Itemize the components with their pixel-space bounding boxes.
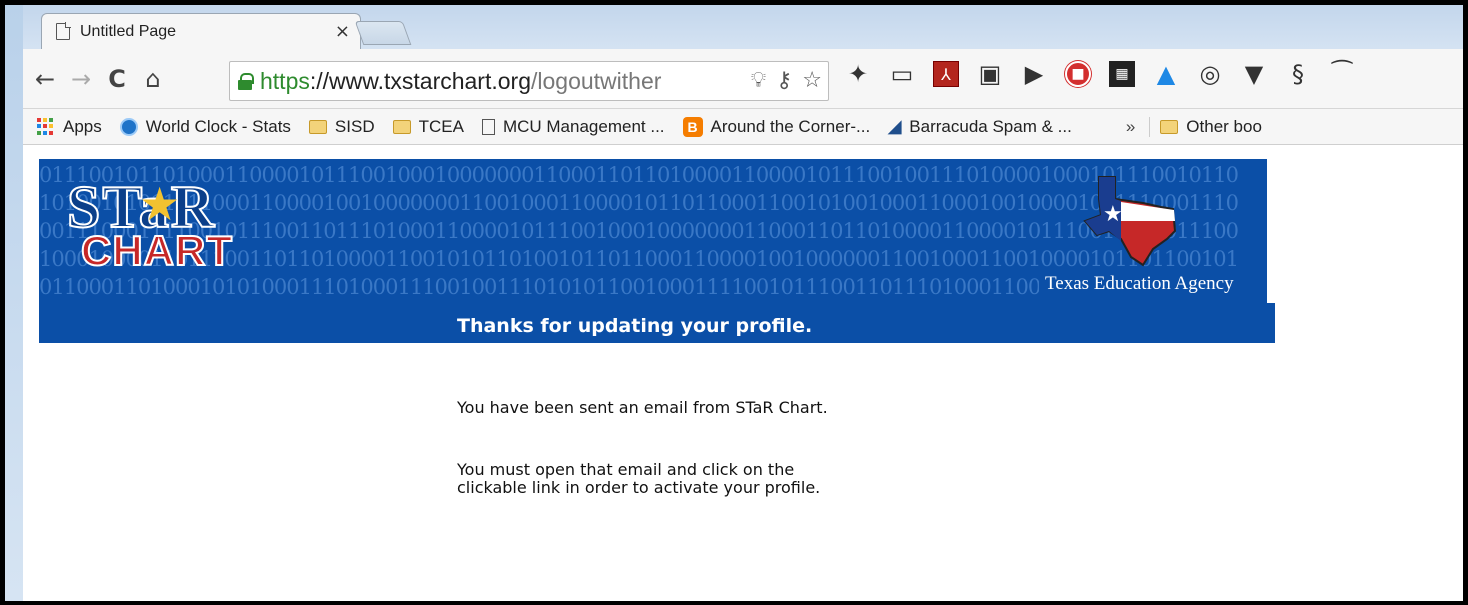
- screenshot-frame: Untitled Page × ← → C ⌂ https://www.txst…: [5, 5, 1463, 601]
- blogger-icon: B: [682, 116, 703, 137]
- gold-star-icon: ★: [139, 177, 181, 231]
- bookmark-barracuda[interactable]: ◢ Barracuda Spam & ...: [888, 117, 1072, 137]
- page-icon: [56, 22, 71, 40]
- bookmark-mcu[interactable]: MCU Management ...: [481, 117, 665, 137]
- evernote-icon[interactable]: ✦: [845, 60, 871, 88]
- stop-icon[interactable]: ■: [1065, 61, 1091, 87]
- acrobat-icon[interactable]: ⅄: [933, 61, 959, 87]
- address-bar[interactable]: https://www.txstarchart.org/logoutwither…: [229, 61, 829, 101]
- barracuda-icon: ◢: [888, 116, 902, 136]
- clip-icon[interactable]: ▼: [1241, 60, 1267, 88]
- svg-text:★: ★: [1103, 202, 1123, 227]
- window-edge: [5, 5, 23, 601]
- drive-icon[interactable]: ▲: [1153, 60, 1179, 88]
- lock-icon: [238, 73, 254, 90]
- mustache-icon[interactable]: ⁀: [1329, 60, 1355, 88]
- page-icon: [481, 118, 495, 135]
- film-icon[interactable]: ▦: [1109, 61, 1135, 87]
- star-chart-logo[interactable]: STaR ★ CHART: [66, 173, 247, 283]
- extension-icons: ✦ ▭ ⅄ ▣ ▶ ■ ▦ ▲ ◎ ▼ § ⁀: [845, 60, 1355, 88]
- folder-icon: [308, 119, 327, 134]
- texas-flag-map-icon: ★: [1083, 176, 1177, 267]
- bookmark-apps[interactable]: Apps: [37, 117, 102, 137]
- page-headline: Thanks for updating your profile.: [457, 315, 813, 337]
- bookmarks-bar: Apps World Clock - Stats SISD TCEA MCU M…: [23, 109, 1463, 145]
- bookmarks-separator: [1149, 116, 1151, 137]
- tab-strip: Untitled Page ×: [23, 5, 1463, 49]
- browser-chrome: Untitled Page × ← → C ⌂ https://www.txst…: [23, 5, 1463, 145]
- screenshot-icon[interactable]: ▣: [977, 60, 1003, 88]
- new-tab-button[interactable]: [354, 21, 412, 45]
- toolbar: ← → C ⌂ https://www.txstarchart.org/logo…: [23, 49, 1463, 109]
- bookmark-other[interactable]: Other boo: [1160, 117, 1262, 137]
- close-tab-icon[interactable]: ×: [335, 21, 350, 42]
- activate-instructions: You must open that email and click on th…: [457, 460, 821, 497]
- bookmark-star-icon[interactable]: ☆: [802, 68, 822, 93]
- back-arrow-icon[interactable]: ←: [27, 65, 63, 93]
- bookmark-around-the-corner[interactable]: B Around the Corner-...: [682, 116, 870, 137]
- bookmark-sisd[interactable]: SISD: [308, 117, 375, 137]
- reel-icon[interactable]: ◎: [1197, 60, 1223, 88]
- forward-arrow-icon[interactable]: →: [63, 65, 99, 93]
- bookmark-tcea[interactable]: TCEA: [392, 117, 464, 137]
- bookmarks-overflow-chevron-icon[interactable]: »: [1126, 117, 1135, 137]
- tab-active[interactable]: Untitled Page ×: [41, 13, 361, 49]
- tool-icon[interactable]: §: [1285, 60, 1311, 88]
- url-text: https://www.txstarchart.org/logoutwither: [260, 67, 662, 94]
- agency-name: Texas Education Agency: [1045, 273, 1234, 294]
- play-icon[interactable]: ▶: [1021, 60, 1047, 88]
- reload-icon[interactable]: C: [99, 65, 135, 93]
- omnibox-actions: 💡︎ ⚷ ☆: [750, 68, 822, 93]
- bookmark-world-clock[interactable]: World Clock - Stats: [119, 117, 291, 137]
- email-sent-message: You have been sent an email from STaR Ch…: [457, 398, 828, 417]
- clock-icon: [119, 117, 138, 136]
- tab-title: Untitled Page: [80, 22, 177, 40]
- page-content: 0111001011010001100001011100100010000000…: [23, 145, 1463, 601]
- lightbulb-icon[interactable]: 💡︎: [751, 68, 766, 93]
- cast-icon[interactable]: ▭: [889, 60, 915, 88]
- star-chart-banner: 0111001011010001100001011100100010000000…: [39, 159, 1267, 303]
- folder-icon: [392, 119, 411, 134]
- key-icon[interactable]: ⚷: [776, 68, 792, 93]
- folder-icon: [1160, 119, 1179, 134]
- apps-grid-icon: [37, 117, 55, 136]
- home-icon[interactable]: ⌂: [135, 65, 171, 93]
